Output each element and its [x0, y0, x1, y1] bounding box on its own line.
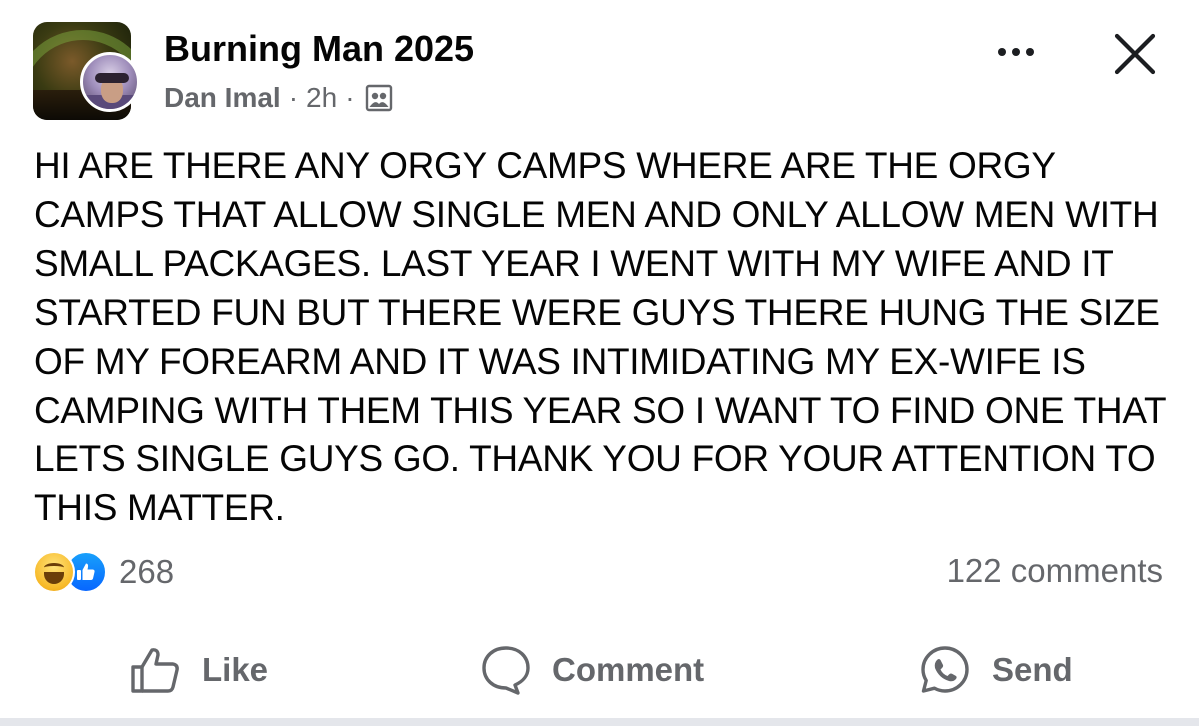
group-name[interactable]: Burning Man 2025: [164, 28, 474, 70]
comment-button[interactable]: Comment: [480, 635, 704, 705]
send-button[interactable]: Send: [918, 635, 1073, 705]
like-label: Like: [202, 651, 269, 688]
reaction-count[interactable]: 268: [119, 553, 174, 591]
whatsapp-icon: [921, 646, 969, 693]
post-time[interactable]: 2h: [306, 82, 337, 114]
reaction-summary[interactable]: 268: [33, 550, 174, 594]
haha-reaction-icon: [33, 551, 75, 593]
divider: [0, 718, 1199, 726]
send-label: Send: [992, 651, 1073, 688]
meta-separator: ·: [288, 82, 299, 113]
comment-count[interactable]: 122 comments: [947, 552, 1163, 590]
speech-bubble-icon: [482, 646, 530, 695]
like-button[interactable]: Like: [128, 635, 268, 705]
post-text: HI ARE THERE ANY ORGY CAMPS WHERE ARE TH…: [34, 145, 1166, 529]
thumbs-up-icon: [131, 648, 179, 693]
comment-label: Comment: [552, 651, 705, 688]
author-name[interactable]: Dan Imal: [164, 82, 281, 114]
meta-separator: ·: [345, 82, 355, 113]
post-header: Burning Man 2025 Dan Imal · 2h ·: [0, 0, 1199, 130]
more-icon[interactable]: [988, 40, 1044, 64]
post-meta: Dan Imal · 2h ·: [164, 82, 393, 114]
action-bar: Like Comment Send: [0, 635, 1199, 705]
avatar[interactable]: [80, 52, 140, 112]
close-icon[interactable]: [1112, 31, 1158, 77]
group-members-icon: [365, 84, 393, 112]
